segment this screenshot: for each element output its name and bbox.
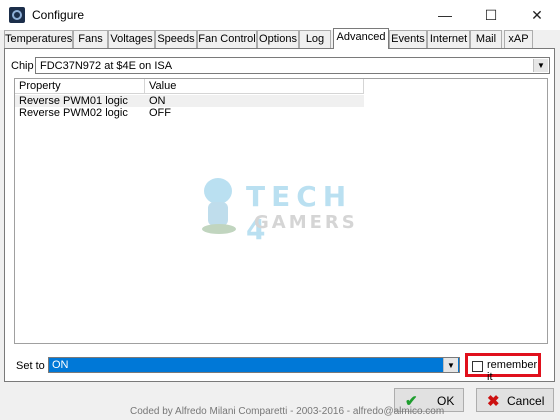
property-cell: Reverse PWM02 logic (19, 107, 128, 119)
window-title: Configure (32, 8, 85, 22)
minimize-button[interactable]: — (422, 0, 468, 30)
tab-temperatures[interactable]: Temperatures (4, 30, 73, 48)
remember-checkbox[interactable] (472, 361, 483, 372)
chevron-down-icon[interactable]: ▼ (443, 358, 458, 372)
cancel-button-label: Cancel (507, 394, 545, 408)
watermark-line2: GAMERS (254, 212, 358, 233)
tab-speeds[interactable]: Speeds (155, 30, 197, 48)
chip-label: Chip (11, 60, 34, 72)
tab-strip: Temperatures Fans Voltages Speeds Fan Co… (4, 28, 556, 49)
tab-voltages[interactable]: Voltages (108, 30, 155, 48)
tab-xap[interactable]: xAP (504, 30, 533, 48)
chip-select[interactable]: FDC37N972 at $4E on ISA ▼ (35, 57, 550, 74)
tab-log[interactable]: Log (299, 30, 331, 48)
table-row[interactable]: Reverse PWM02 logic OFF (15, 107, 364, 119)
remember-label[interactable]: remember it (487, 359, 538, 383)
maximize-button[interactable]: ☐ (468, 0, 514, 30)
title-bar: Configure — ☐ ✕ (0, 0, 560, 30)
tab-options[interactable]: Options (257, 30, 299, 48)
column-header-value[interactable]: Value (145, 79, 364, 94)
chevron-down-icon[interactable]: ▼ (533, 59, 548, 72)
set-to-label: Set to (16, 360, 45, 372)
tab-fans[interactable]: Fans (73, 30, 108, 48)
cross-icon: ✖ (487, 393, 500, 410)
tab-mail[interactable]: Mail (470, 30, 502, 48)
app-icon (9, 7, 25, 23)
table-row[interactable]: Reverse PWM01 logic ON (15, 95, 364, 107)
property-cell: Reverse PWM01 logic (19, 95, 128, 107)
footer-credits: Coded by Alfredo Milani Comparetti - 200… (130, 406, 445, 417)
column-header-property[interactable]: Property (15, 79, 145, 94)
value-cell: ON (149, 95, 166, 107)
tab-events[interactable]: Events (389, 30, 427, 48)
value-cell: OFF (149, 107, 171, 119)
tab-fan-control[interactable]: Fan Control (197, 30, 257, 48)
tab-advanced[interactable]: Advanced (333, 28, 389, 49)
mascot-icon (200, 176, 238, 236)
close-window-button[interactable]: ✕ (514, 0, 560, 30)
remember-highlight: remember it (465, 353, 541, 383)
cancel-button[interactable]: ✖ Cancel (476, 388, 554, 412)
set-to-value: ON (52, 359, 69, 371)
set-to-select[interactable]: ON ▼ (48, 357, 460, 373)
watermark-logo: TECH 4 GAMERS (200, 176, 370, 246)
chip-select-value: FDC37N972 at $4E on ISA (40, 60, 173, 72)
tab-internet[interactable]: Internet (427, 30, 470, 48)
